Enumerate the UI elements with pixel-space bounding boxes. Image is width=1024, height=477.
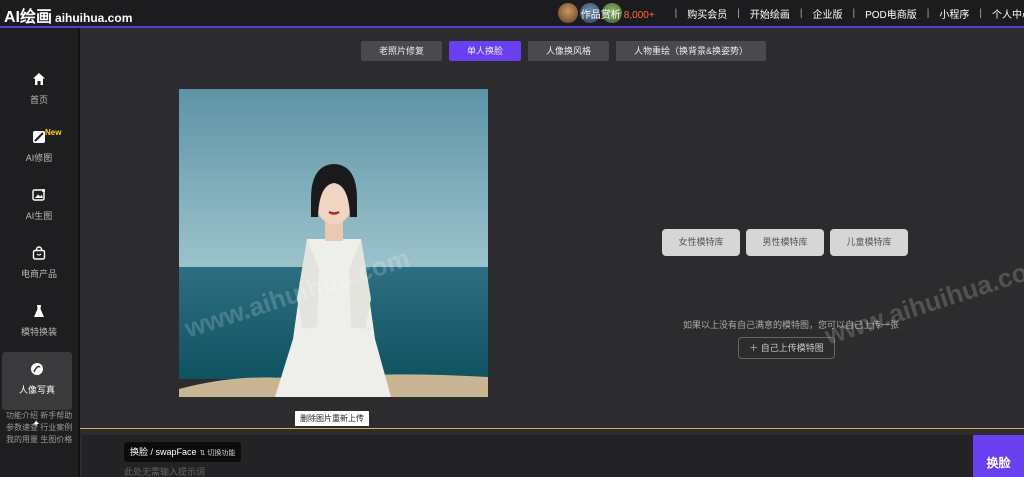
nav-start-drawing[interactable]: 开始绘画 [750, 6, 790, 21]
nav-buy-membership[interactable]: 购买会员 [687, 6, 727, 21]
bottom-divider [80, 428, 1024, 429]
tab-portrait-style[interactable]: 人像换风格 [528, 41, 610, 61]
link-pricing[interactable]: 生图价格 [40, 435, 72, 444]
sidebar-item-label: 模特换装 [20, 327, 57, 337]
mode-chip[interactable]: 换脸 / swapFace ⇅ 切换功能 [124, 442, 242, 462]
link-help[interactable]: 新手帮助 [40, 411, 72, 420]
prompt-input[interactable] [124, 466, 524, 477]
nav-gallery[interactable]: 作品赏析 8,000+ [581, 6, 655, 21]
sidebar-item-label: 人像写真 [18, 385, 55, 395]
link-usage[interactable]: 我的用量 [6, 435, 38, 444]
upload-model-button[interactable]: ＋ 自己上传模特图 [738, 337, 835, 359]
nav-separator: | [979, 7, 982, 19]
nav-separator: | [852, 7, 856, 19]
child-model-library-button[interactable]: 儿童模特库 [830, 229, 908, 256]
link-cases[interactable]: 行业案例 [40, 423, 72, 432]
sidebar-links: 功能介绍 新手帮助 参数速查 行业案例 我的用量 生图价格 [6, 410, 72, 446]
top-nav: 作品赏析 8,000+ | 购买会员 | 开始绘画 | 企业版 | POD电商版 … [581, 0, 1024, 26]
gallery-count: 8,000+ [623, 9, 655, 21]
sidebar-item-label: 首页 [29, 95, 48, 105]
upload-hint: 如果以上没有自己满意的模特图，您可以自己上传一张 [683, 320, 900, 330]
sidebar-item-ai-generate[interactable]: AI生图 [0, 178, 78, 236]
sidebar-item-label: 电商产品 [20, 269, 57, 279]
home-icon [33, 73, 45, 85]
portrait-illustration [179, 89, 488, 397]
shopping-bag-icon [32, 246, 46, 260]
watermark: www.aihuihua.com [820, 249, 1024, 351]
nav-separator: | [926, 7, 930, 19]
nav-user-center[interactable]: 个人中心 [992, 6, 1024, 21]
new-badge: New [45, 128, 62, 137]
female-model-library-button[interactable]: 女性模特库 [662, 229, 740, 256]
face-swap-submit-button[interactable]: 换脸 [973, 435, 1024, 477]
model-library: 女性模特库 男性模特库 儿童模特库 [662, 229, 908, 256]
dress-icon [34, 305, 44, 317]
sidebar-item-label: AI修图 [25, 153, 53, 163]
feature-tabs: 老照片修复 单人换脸 人像换风格 人物重绘（换背景&换姿势） [361, 41, 767, 61]
nav-mini-program[interactable]: 小程序 [939, 6, 969, 21]
avatar[interactable] [558, 3, 578, 23]
sidebar-item-home[interactable]: 首页 [0, 62, 78, 120]
link-features[interactable]: 功能介绍 [6, 411, 38, 420]
switch-function[interactable]: ⇅ 切换功能 [200, 450, 236, 457]
tab-single-face-swap[interactable]: 单人换脸 [449, 41, 522, 61]
mode-label: 换脸 / swapFace [130, 447, 197, 457]
image-gen-icon [32, 188, 46, 201]
sidebar-item-label: AI生图 [25, 211, 53, 221]
logo-main: AI绘画 [4, 9, 53, 26]
site-logo[interactable]: AI绘画 aihuihua.com [4, 3, 132, 27]
link-params[interactable]: 参数速查 [6, 423, 38, 432]
tab-character-redraw[interactable]: 人物重绘（换背景&换姿势） [616, 41, 767, 61]
nav-pod[interactable]: POD电商版 [865, 6, 917, 21]
uploaded-photo [179, 89, 488, 397]
sidebar-item-model-outfit[interactable]: 模特换装 [0, 294, 78, 352]
portrait-icon [31, 363, 43, 375]
nav-separator: | [737, 7, 740, 19]
sidebar-item-portrait[interactable]: 人像写真 [2, 352, 72, 410]
sidebar-item-ai-retouch[interactable]: New AI修图 [0, 120, 78, 178]
tab-old-photo-restore[interactable]: 老照片修复 [361, 41, 443, 61]
nav-separator: | [674, 7, 678, 19]
edit-image-icon [33, 131, 45, 143]
sidebar-item-ecommerce[interactable]: 电商产品 [0, 236, 78, 294]
logo-domain: aihuihua.com [55, 11, 133, 25]
delete-reupload-button[interactable]: 删除图片重新上传 [295, 411, 369, 426]
nav-separator: | [799, 7, 803, 19]
male-model-library-button[interactable]: 男性模特库 [746, 229, 824, 256]
top-header: AI绘画 aihuihua.com 作品赏析 8,000+ | 购买会员 | 开始绘… [0, 0, 1024, 28]
nav-enterprise[interactable]: 企业版 [813, 6, 843, 21]
